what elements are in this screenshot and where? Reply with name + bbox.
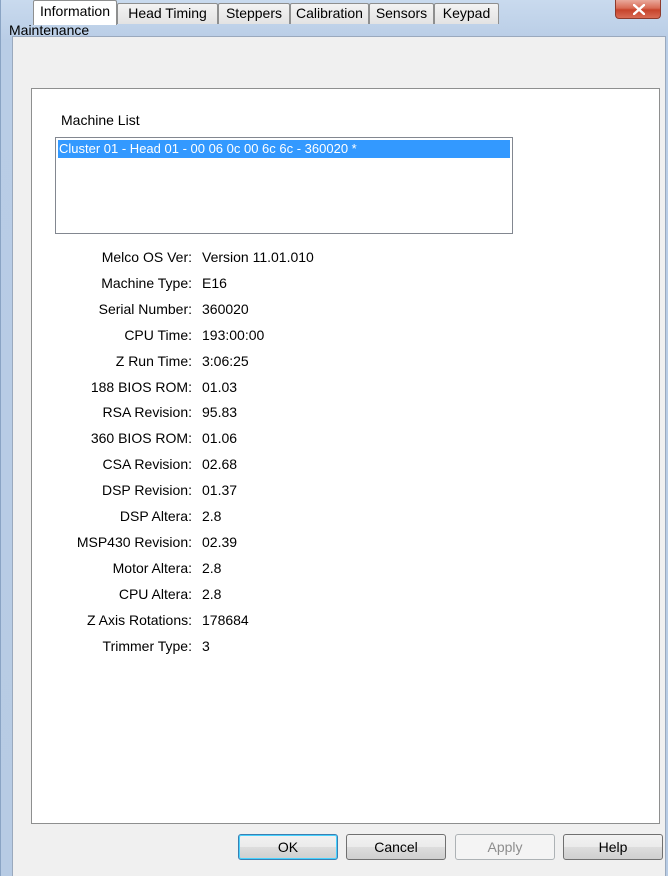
info-label: Z Axis Rotations: <box>86 611 192 628</box>
tab-calibration[interactable]: Calibration <box>290 3 369 24</box>
info-label: Machine Type: <box>101 274 192 291</box>
info-label: DSP Altera: <box>119 508 192 524</box>
info-row: DSP Altera: 2.8 <box>0 508 620 528</box>
info-label: Trimmer Type: <box>102 637 192 654</box>
info-row: MSP430 Revision: 02.39 <box>0 534 620 554</box>
info-value: 2.8 <box>202 585 222 602</box>
ok-button[interactable]: OK <box>238 834 338 860</box>
info-value: Version 11.01.010 <box>202 249 314 265</box>
info-value: 01.06 <box>202 430 238 447</box>
info-value: 3:06:25 <box>202 352 249 369</box>
tab-head-timing[interactable]: Head Timing <box>117 3 218 24</box>
info-value: 02.68 <box>202 456 238 473</box>
cancel-button[interactable]: Cancel <box>346 834 446 860</box>
info-row: CPU Time: 193:00:00 <box>0 327 620 347</box>
info-value: 3 <box>202 637 210 654</box>
info-value: 2.8 <box>202 508 222 524</box>
machine-list[interactable]: Cluster 01 - Head 01 - 00 06 0c 00 6c 6c… <box>55 137 513 234</box>
info-row: CSA Revision: 02.68 <box>0 456 620 476</box>
info-value: 02.39 <box>202 533 238 550</box>
info-value: 01.37 <box>202 482 238 499</box>
info-label: Serial Number: <box>98 300 192 317</box>
info-label: MSP430 Revision: <box>76 533 192 550</box>
info-row: 360 BIOS ROM: 01.06 <box>0 430 620 450</box>
info-value: 95.83 <box>202 404 238 421</box>
tab-steppers[interactable]: Steppers <box>218 3 290 24</box>
info-row: CPU Altera: 2.8 <box>0 586 620 606</box>
info-label: 188 BIOS ROM: <box>90 378 192 395</box>
info-label: 360 BIOS ROM: <box>90 430 192 447</box>
help-button[interactable]: Help <box>563 834 663 860</box>
close-button[interactable] <box>615 0 661 19</box>
info-label: DSP Revision: <box>101 482 192 499</box>
tab-information[interactable]: Information <box>33 0 117 25</box>
info-value: 360020 <box>202 300 249 317</box>
info-label: CPU Altera: <box>118 585 192 602</box>
info-label: Motor Altera: <box>112 559 192 576</box>
info-value: 2.8 <box>202 559 222 576</box>
info-row: 188 BIOS ROM: 01.03 <box>0 379 620 399</box>
list-item[interactable]: Cluster 01 - Head 01 - 00 06 0c 00 6c 6c… <box>58 140 510 158</box>
info-row: Serial Number: 360020 <box>0 301 620 321</box>
info-label: CSA Revision: <box>102 456 192 473</box>
tab-keypad[interactable]: Keypad <box>434 3 499 24</box>
info-row: Motor Altera: 2.8 <box>0 560 620 580</box>
info-value: 01.03 <box>202 378 238 395</box>
info-row: Z Axis Rotations: 178684 <box>0 612 620 632</box>
info-value: E16 <box>202 274 227 291</box>
info-row: Z Run Time: 3:06:25 <box>0 353 620 373</box>
apply-button[interactable]: Apply <box>455 834 555 860</box>
info-value: 178684 <box>202 611 249 628</box>
info-label: Melco OS Ver: <box>101 249 192 265</box>
info-label: Z Run Time: <box>115 352 192 369</box>
info-row: Melco OS Ver: Version 11.01.010 <box>0 249 620 269</box>
close-icon <box>633 4 645 15</box>
info-row: RSA Revision: 95.83 <box>0 404 620 424</box>
info-row: Trimmer Type: 3 <box>0 638 620 658</box>
tab-sensors[interactable]: Sensors <box>369 3 434 24</box>
info-value: 193:00:00 <box>202 326 265 343</box>
info-row: DSP Revision: 01.37 <box>0 482 620 502</box>
info-row: Machine Type: E16 <box>0 275 620 295</box>
machine-list-label: Machine List <box>61 112 140 128</box>
info-label: CPU Time: <box>124 326 192 343</box>
info-label: RSA Revision: <box>102 404 192 421</box>
